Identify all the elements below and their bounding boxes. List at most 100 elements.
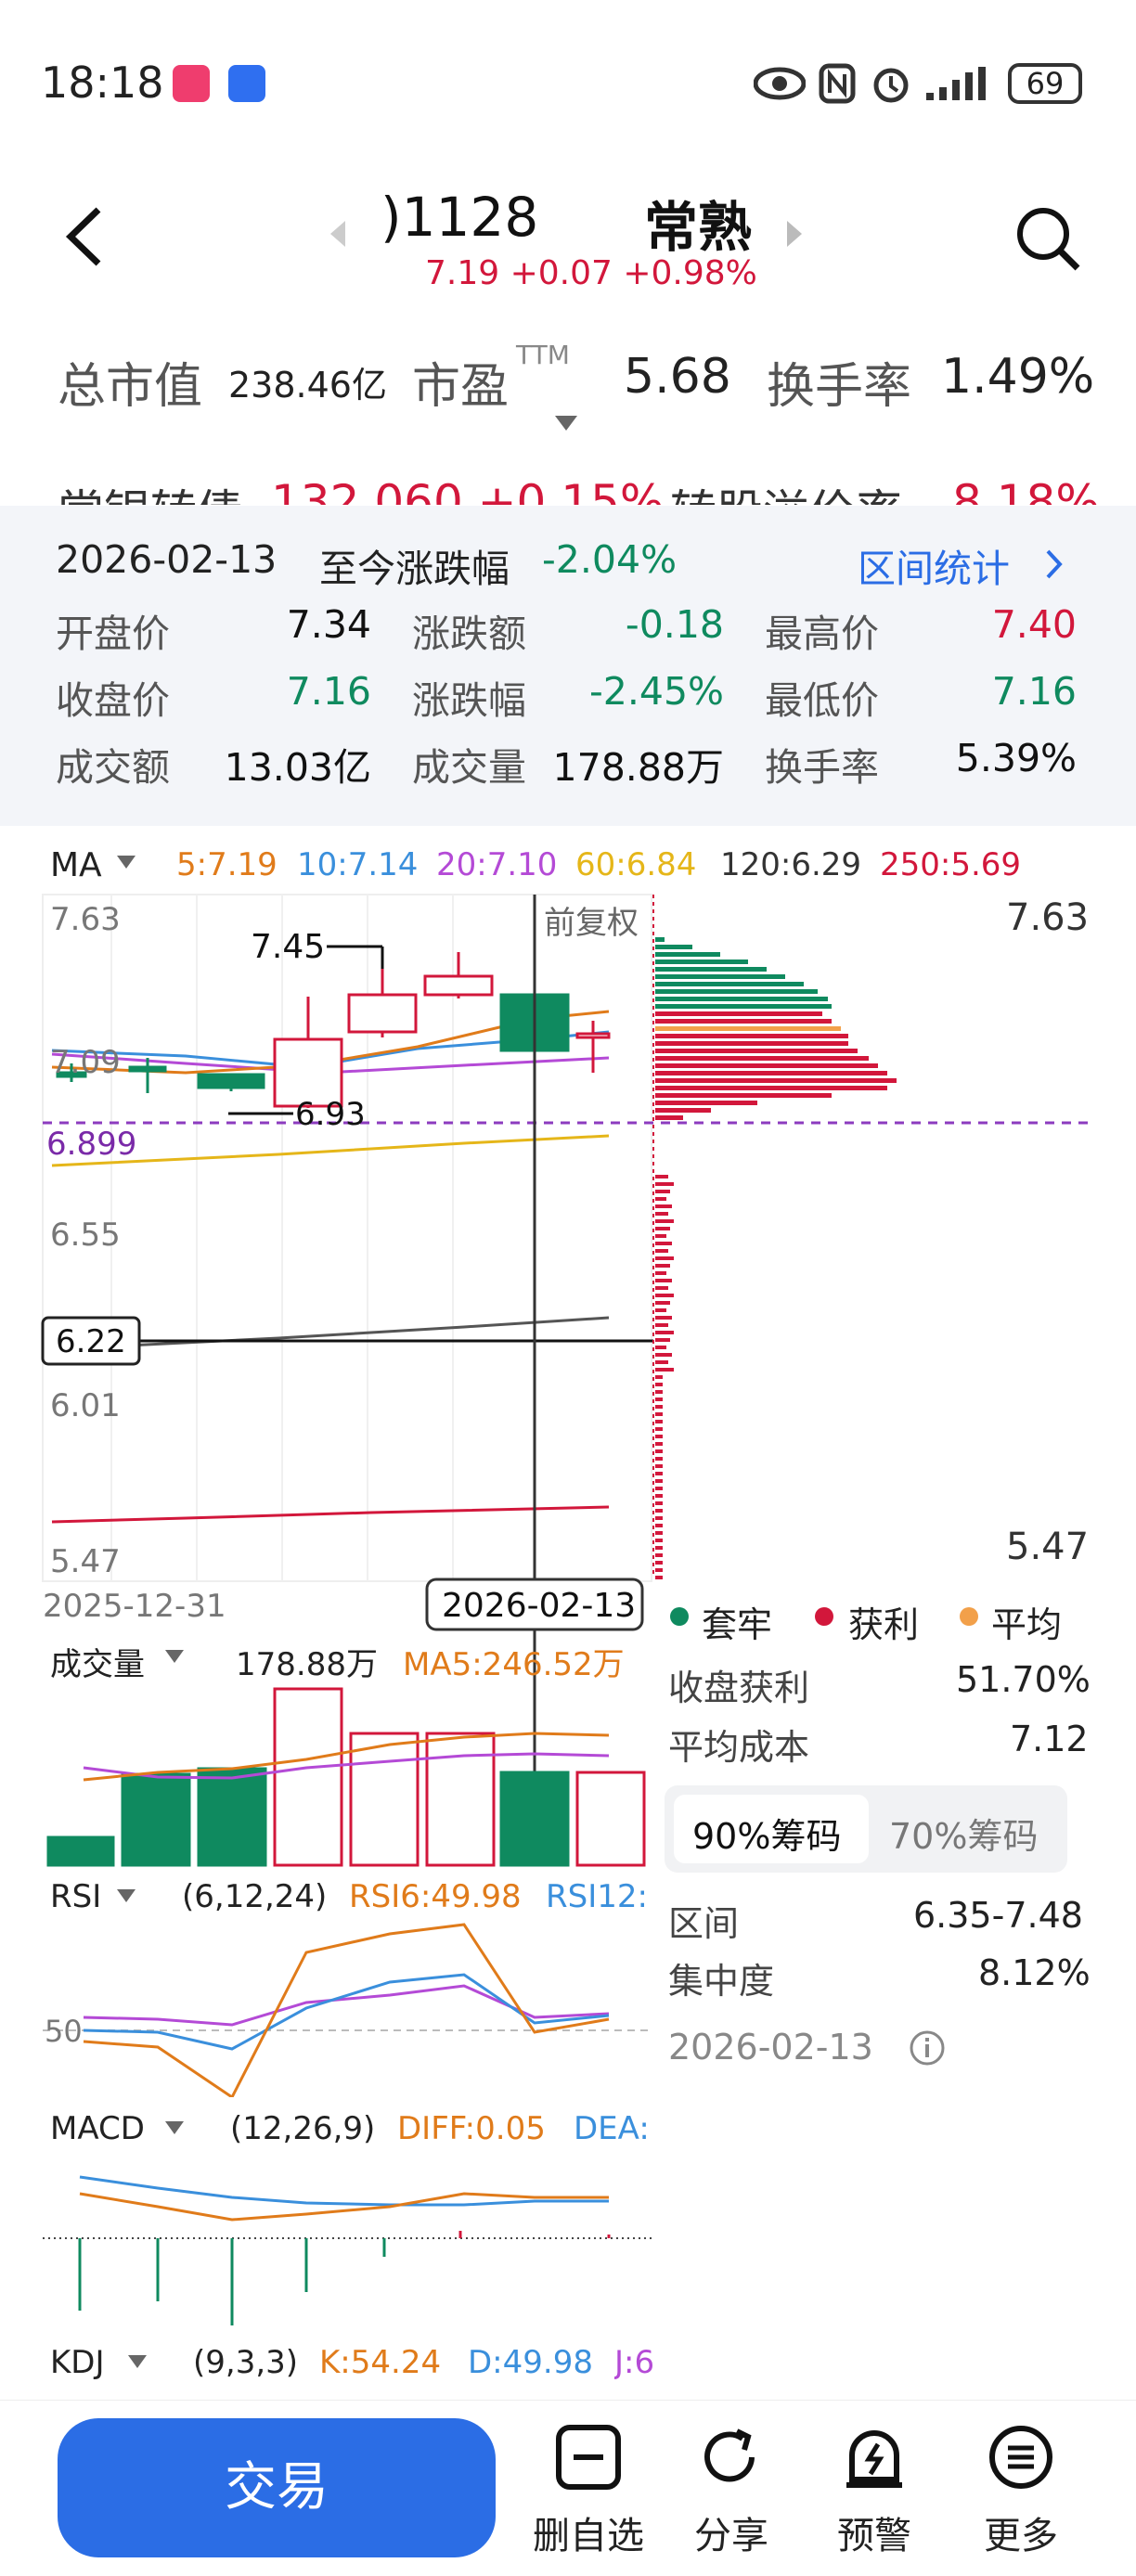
remove-watchlist-icon[interactable] <box>553 2422 624 2492</box>
battery-icon: 69 <box>1008 63 1082 104</box>
peek-value-2: 8.18% <box>952 475 1100 505</box>
popup-stat-label: 最高价 <box>765 612 879 656</box>
popup-stat-value: 7.34 <box>286 602 371 647</box>
macd-diff: DIFF:0.05 <box>397 2110 546 2147</box>
rsi-chart[interactable]: 50 <box>0 1921 653 2097</box>
chip-bar <box>655 937 665 942</box>
chip-bar <box>655 1338 670 1342</box>
chip-bar <box>655 1175 668 1179</box>
chip-bar <box>655 945 692 949</box>
chip-bar <box>655 1435 663 1438</box>
volume-dropdown-icon[interactable] <box>163 1648 186 1665</box>
popup-stat-label: 成交量 <box>412 745 526 790</box>
alert-label[interactable]: 预警 <box>819 2505 930 2559</box>
info-icon[interactable] <box>908 2029 947 2067</box>
macd-histogram <box>78 2231 611 2325</box>
low-marker: 6.93 <box>295 1096 366 1133</box>
chip-bar <box>655 1026 841 1031</box>
profit-value: 51.70% <box>956 1659 1091 1700</box>
chip-bar <box>655 1472 663 1475</box>
kdj-dropdown-icon[interactable] <box>126 2353 148 2370</box>
pe-label[interactable]: 市盈 <box>412 347 509 417</box>
ma250-value: 250:5.69 <box>880 846 1022 883</box>
ma-label[interactable]: MA <box>50 846 102 884</box>
chevron-right-icon[interactable] <box>1043 548 1065 580</box>
chip-bar <box>655 974 785 979</box>
volume-bar <box>46 1835 115 1867</box>
chip-bar <box>655 1420 663 1423</box>
chip-date: 2026-02-13 <box>668 2027 873 2067</box>
remove-watchlist-label[interactable]: 删自选 <box>533 2505 644 2559</box>
volume-bars <box>46 1687 646 1867</box>
chip-distribution-bars <box>655 937 897 1579</box>
chip-bar <box>655 997 828 1001</box>
legend-avg: 平均 <box>991 1604 1063 1645</box>
next-stock-icon[interactable] <box>783 215 806 252</box>
volume-ma5: MA5:246.52万 <box>403 1646 625 1683</box>
legend-avg-dot <box>960 1607 978 1626</box>
chip-bar <box>655 1108 711 1113</box>
candle-body <box>197 1073 265 1089</box>
chip-bar <box>655 1249 668 1253</box>
chip-bar <box>655 1234 666 1238</box>
rsi-dropdown-icon[interactable] <box>115 1887 137 1904</box>
volume-chart[interactable] <box>0 1680 653 1869</box>
chip-bar <box>655 1568 663 1572</box>
more-label[interactable]: 更多 <box>965 2505 1077 2559</box>
chip-bar <box>655 1301 670 1305</box>
more-icon[interactable] <box>986 2422 1056 2492</box>
alert-icon[interactable] <box>839 2422 910 2492</box>
volume-bar <box>575 1771 646 1867</box>
chip-bar <box>655 1071 887 1075</box>
ma-dropdown-icon[interactable] <box>115 854 137 870</box>
popup-stat-label: 涨跌幅 <box>412 678 526 723</box>
popup-stat-label: 换手率 <box>765 745 879 790</box>
kdj-j: J:6 <box>614 2344 653 2381</box>
app-notification-icon <box>173 65 210 102</box>
tab-90[interactable]: 90%筹码 <box>692 1808 841 1859</box>
chip-bar <box>655 1212 668 1216</box>
chip-bar <box>655 1294 674 1297</box>
chip-bar <box>655 1331 674 1334</box>
range-value: 6.35-7.48 <box>913 1895 1083 1936</box>
chip-bar <box>655 1049 858 1053</box>
rsi-label[interactable]: RSI <box>50 1878 101 1915</box>
volume-value: 178.88万 <box>236 1646 378 1683</box>
volume-label[interactable]: 成交量 <box>50 1639 145 1684</box>
search-icon[interactable] <box>1013 204 1084 275</box>
chip-bar <box>655 1383 663 1386</box>
popup-stat-label: 最低价 <box>765 678 879 723</box>
share-icon[interactable] <box>696 2422 767 2492</box>
avg-cost-label: 平均成本 <box>668 1727 810 1768</box>
y-label-top: 7.63 <box>50 901 121 938</box>
back-arrow-icon[interactable] <box>61 204 108 269</box>
turnover-value: 1.49% <box>941 349 1095 405</box>
chip-bar <box>655 1353 672 1357</box>
share-label[interactable]: 分享 <box>676 2505 787 2559</box>
kdj-label[interactable]: KDJ <box>50 2344 105 2381</box>
tab-70[interactable]: 70%筹码 <box>889 1808 1038 1859</box>
trade-button[interactable]: 交易 <box>58 2418 496 2557</box>
chip-bar <box>655 1516 663 1520</box>
volume-bar <box>349 1732 420 1867</box>
chip-bar <box>655 1457 663 1461</box>
diff-line <box>79 2192 609 2222</box>
macd-label[interactable]: MACD <box>50 2110 145 2147</box>
prev-stock-code: )1128 <box>381 186 539 249</box>
rsi-level-label: 50 <box>45 2014 83 2049</box>
chip-bar <box>655 982 804 986</box>
macd-chart[interactable] <box>0 2153 653 2325</box>
fuquan-label[interactable]: 前复权 <box>544 905 639 942</box>
nfc-icon <box>819 63 856 104</box>
chip-bar <box>655 1093 832 1098</box>
pe-dropdown-icon[interactable] <box>553 414 579 432</box>
macd-dropdown-icon[interactable] <box>163 2119 186 2136</box>
rsi-params: (6,12,24) <box>182 1878 328 1915</box>
prev-stock-icon[interactable] <box>327 215 349 252</box>
popup-range-value: -2.04% <box>542 537 678 582</box>
chip-bar <box>655 1271 666 1275</box>
ma5-value: 5:7.19 <box>176 846 278 883</box>
interval-stats-link[interactable]: 区间统计 <box>858 537 1010 593</box>
candle-detail-popup: 2026-02-13 至今涨跌幅 -2.04% 区间统计 开盘价 7.34 涨跌额 -… <box>0 506 1136 826</box>
popup-stat-value: -0.18 <box>625 602 724 647</box>
